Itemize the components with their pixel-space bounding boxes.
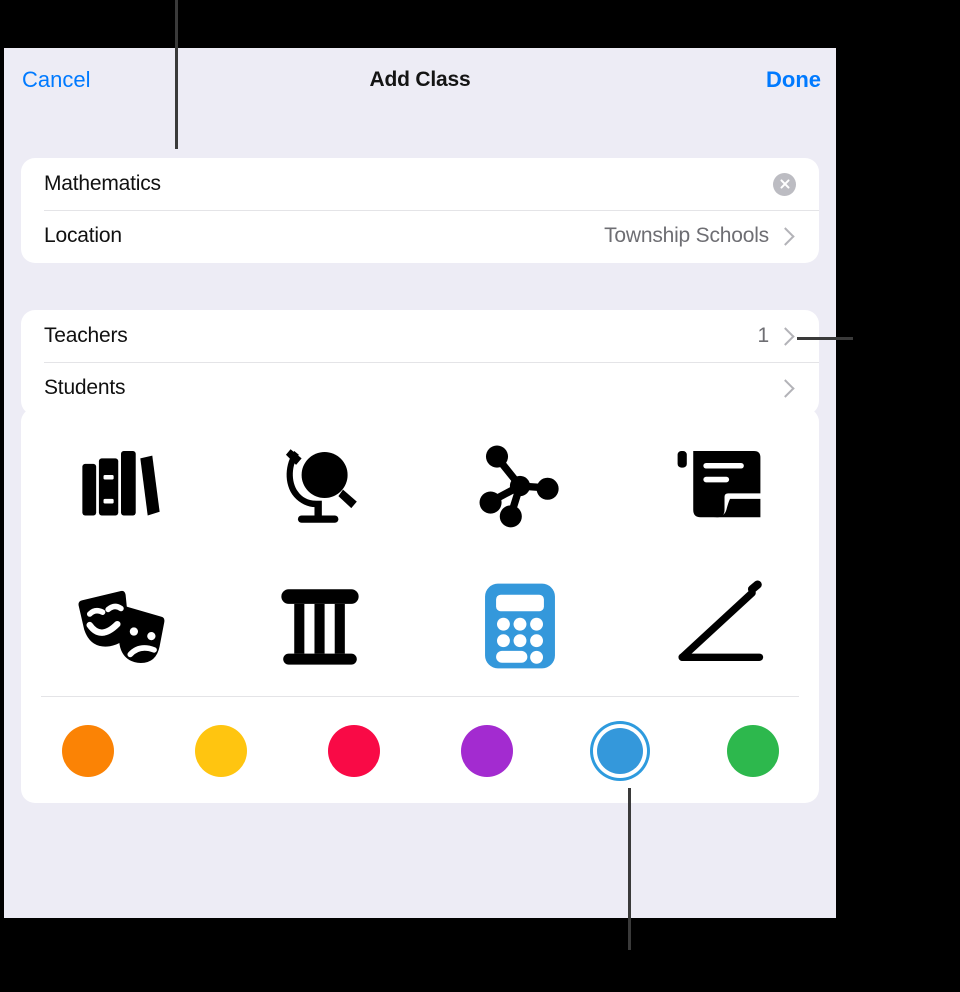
icon-picker-grid <box>21 408 819 696</box>
icon-option-theater-masks[interactable] <box>21 556 221 696</box>
color-option-yellow[interactable] <box>154 724 287 777</box>
chevron-right-icon <box>776 378 795 398</box>
color-swatch <box>460 724 513 777</box>
teachers-count: 1 <box>757 324 770 347</box>
molecule-icon <box>474 440 566 532</box>
icon-option-column[interactable] <box>221 556 421 696</box>
color-swatch <box>61 724 114 777</box>
color-swatch <box>726 724 779 777</box>
icon-option-globe[interactable] <box>221 416 421 556</box>
location-label: Location <box>44 224 122 247</box>
theater-masks-icon <box>75 580 167 672</box>
class-details-card: Mathematics Location Township Schools <box>21 158 819 263</box>
callout-line-color <box>628 788 631 950</box>
icon-option-angle-pencil[interactable] <box>620 556 820 696</box>
page-title: Add Class <box>369 68 471 91</box>
callout-line-students <box>797 337 853 340</box>
roster-card: Teachers 1 Students <box>21 310 819 415</box>
done-button[interactable]: Done <box>766 66 821 94</box>
books-icon <box>75 440 167 532</box>
scroll-icon <box>673 440 765 532</box>
class-name-row[interactable]: Mathematics <box>21 158 819 210</box>
teachers-label: Teachers <box>44 324 128 347</box>
globe-icon <box>274 440 366 532</box>
calculator-icon <box>481 580 559 672</box>
icon-option-molecule[interactable] <box>420 416 620 556</box>
navigation-bar: Cancel Add Class Done <box>4 48 836 113</box>
location-value: Township Schools <box>604 224 769 247</box>
color-swatch <box>327 724 380 777</box>
clear-icon[interactable] <box>773 172 796 196</box>
students-row[interactable]: Students <box>21 362 819 414</box>
class-name-input[interactable]: Mathematics <box>44 172 161 196</box>
color-picker-row <box>21 697 819 804</box>
chevron-right-icon <box>776 326 795 346</box>
appearance-card <box>21 408 819 803</box>
callout-line-class-name <box>175 0 178 149</box>
angle-pencil-icon <box>673 580 765 672</box>
icon-option-scroll[interactable] <box>620 416 820 556</box>
color-swatch-selected <box>596 727 643 774</box>
add-class-panel: Cancel Add Class Done Mathematics Locati… <box>4 48 836 918</box>
location-row[interactable]: Location Township Schools <box>21 210 819 262</box>
teachers-row[interactable]: Teachers 1 <box>21 310 819 362</box>
column-icon <box>274 580 366 672</box>
icon-option-books[interactable] <box>21 416 221 556</box>
color-option-orange[interactable] <box>21 724 154 777</box>
color-option-blue[interactable] <box>553 727 686 774</box>
color-option-green[interactable] <box>686 724 819 777</box>
chevron-right-icon <box>776 226 795 246</box>
color-swatch <box>194 724 247 777</box>
icon-option-calculator[interactable] <box>420 556 620 696</box>
students-label: Students <box>44 376 126 399</box>
color-option-purple[interactable] <box>420 724 553 777</box>
color-option-pink[interactable] <box>287 724 420 777</box>
